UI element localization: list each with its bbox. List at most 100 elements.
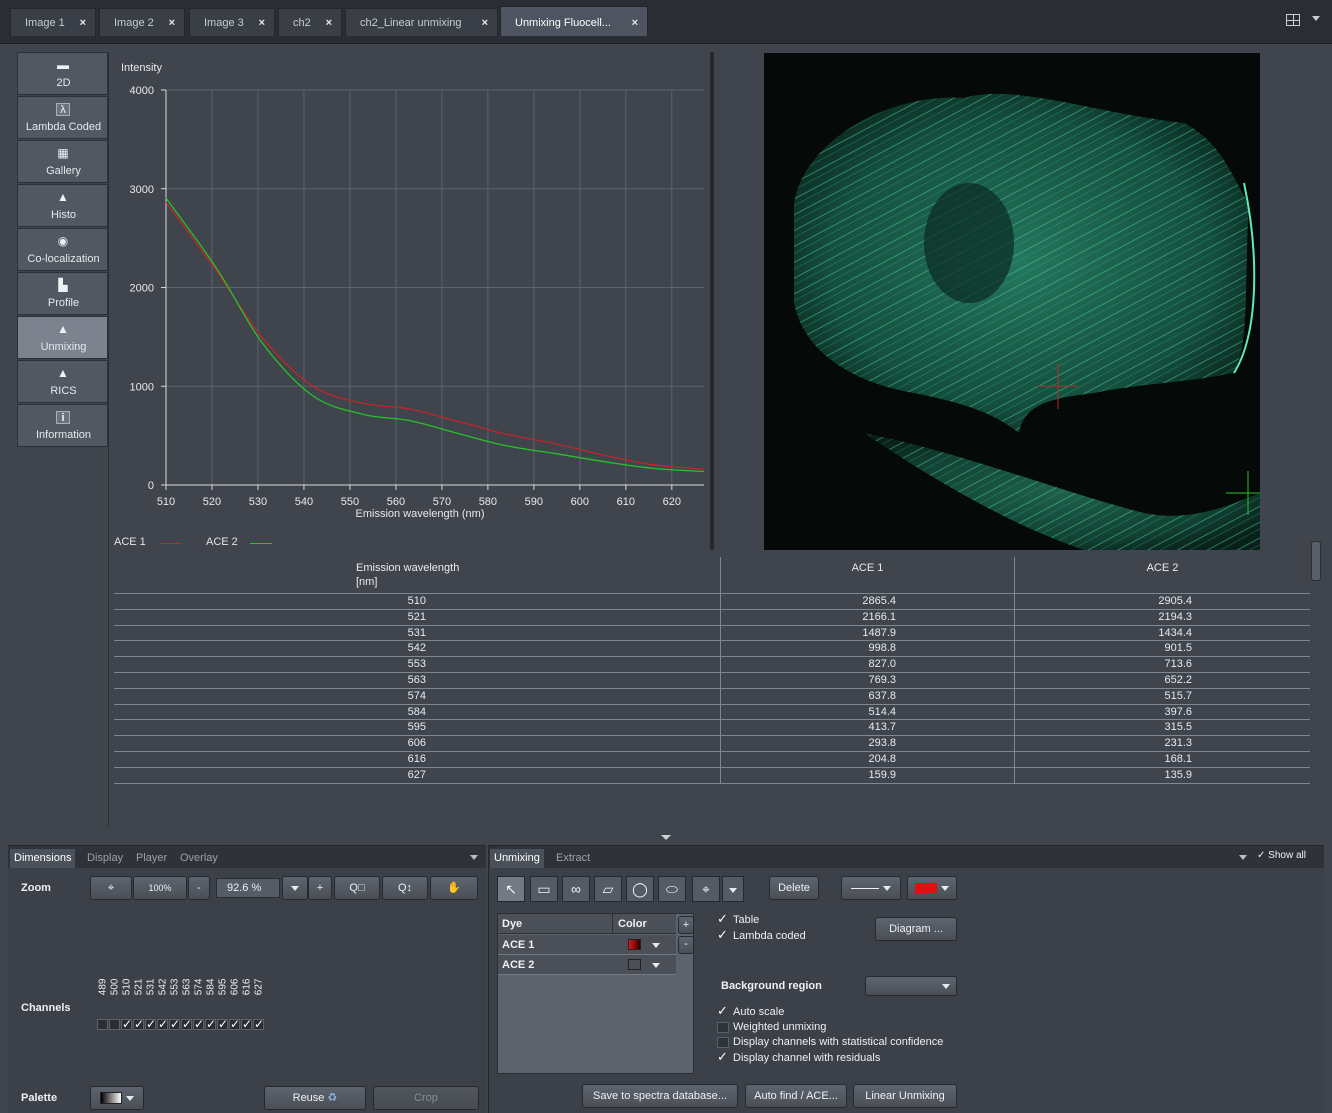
pan-button[interactable]: ✋ bbox=[430, 876, 478, 900]
view-tab-information[interactable]: i Information bbox=[17, 404, 108, 447]
channel-checkbox[interactable]: ✓ bbox=[253, 1018, 264, 1030]
zoom-fit-button[interactable]: ⌖ bbox=[90, 876, 132, 900]
channel-checkbox[interactable]: ✓ bbox=[241, 1018, 252, 1030]
chevron-down-icon[interactable] bbox=[470, 855, 478, 860]
zoom-out-button[interactable]: - bbox=[188, 876, 210, 900]
tab-ch2[interactable]: ch2 × bbox=[278, 8, 342, 36]
table-row[interactable]: 606 293.8 231.3 bbox=[114, 736, 1310, 752]
collapse-arrow-icon[interactable] bbox=[661, 835, 671, 840]
channel-checkbox[interactable]: ✓ bbox=[145, 1018, 156, 1030]
weighted-unmixing-checkbox[interactable] bbox=[717, 1022, 729, 1033]
background-region-dropdown[interactable] bbox=[865, 976, 957, 996]
chevron-down-icon[interactable] bbox=[652, 963, 660, 968]
close-icon[interactable]: × bbox=[632, 7, 638, 39]
channel-checkbox[interactable] bbox=[109, 1019, 120, 1030]
reuse-button[interactable]: Reuse ♻ bbox=[264, 1086, 366, 1110]
table-row[interactable]: 627 159.9 135.9 bbox=[114, 767, 1310, 784]
line-style-dropdown[interactable] bbox=[841, 876, 901, 900]
save-to-spectra-database-button[interactable]: Save to spectra database... bbox=[582, 1084, 738, 1108]
dye-color-swatch-red[interactable] bbox=[628, 939, 641, 950]
diagram-button[interactable]: Diagram ... bbox=[875, 917, 957, 941]
close-icon[interactable]: × bbox=[80, 9, 86, 37]
linear-unmixing-button[interactable]: Linear Unmixing bbox=[853, 1084, 957, 1108]
dye-color-swatch-green[interactable] bbox=[628, 959, 641, 970]
channel-checkbox[interactable]: ✓ bbox=[217, 1018, 228, 1030]
layout-grid-icon[interactable] bbox=[1286, 14, 1300, 26]
table-checkbox[interactable]: ✓ bbox=[717, 912, 729, 925]
statistical-confidence-checkbox[interactable] bbox=[717, 1037, 729, 1048]
delete-button[interactable]: Delete bbox=[769, 876, 819, 900]
zoom-rect-button[interactable]: Q□ bbox=[334, 876, 380, 900]
freehand-tool[interactable]: ∞ bbox=[562, 876, 590, 902]
splitter-handle[interactable] bbox=[710, 52, 714, 550]
tab-unmixing-fluocell[interactable]: Unmixing Fluocell... × bbox=[500, 6, 648, 36]
chevron-down-icon[interactable] bbox=[1239, 855, 1247, 860]
view-tab-gallery[interactable]: ▦ Gallery bbox=[17, 140, 108, 183]
table-row[interactable]: 616 204.8 168.1 bbox=[114, 751, 1310, 768]
channel-checkbox[interactable] bbox=[97, 1019, 108, 1030]
tab-extract[interactable]: Extract bbox=[552, 849, 594, 868]
tab-image-2[interactable]: Image 2 × bbox=[99, 8, 185, 36]
tool-dropdown[interactable] bbox=[722, 876, 744, 902]
view-tab-unmixing[interactable]: ▲ Unmixing bbox=[17, 316, 108, 359]
close-icon[interactable]: × bbox=[169, 9, 175, 37]
circle-tool[interactable]: ◯ bbox=[626, 876, 654, 902]
table-row[interactable]: 510 2865.4 2905.4 bbox=[114, 594, 1310, 610]
table-row[interactable]: 574 637.8 515.7 bbox=[114, 688, 1310, 705]
zoom-in-button[interactable]: + bbox=[308, 876, 332, 900]
chevron-down-icon[interactable] bbox=[1312, 16, 1320, 21]
zoom-100-button[interactable]: 100% bbox=[133, 876, 187, 900]
table-row[interactable]: 553 827.0 713.6 bbox=[114, 657, 1310, 673]
channel-checkbox[interactable]: ✓ bbox=[157, 1018, 168, 1030]
tab-ch2-linear-unmixing[interactable]: ch2_Linear unmixing × bbox=[345, 8, 498, 36]
auto-scale-checkbox[interactable]: ✓ bbox=[717, 1004, 729, 1017]
remove-dye-button[interactable]: - bbox=[678, 936, 694, 954]
crosshair-tool[interactable]: ⌖ bbox=[692, 876, 720, 902]
table-row[interactable]: 584 514.4 397.6 bbox=[114, 704, 1310, 721]
add-dye-button[interactable]: + bbox=[678, 916, 694, 934]
view-tab-histo[interactable]: ▲ Histo bbox=[17, 184, 108, 227]
table-row[interactable]: 595 413.7 315.5 bbox=[114, 720, 1310, 737]
lambda-coded-checkbox[interactable]: ✓ bbox=[717, 928, 729, 941]
channel-checkbox[interactable]: ✓ bbox=[169, 1018, 180, 1030]
view-tab-lambda-coded[interactable]: λ Lambda Coded bbox=[17, 96, 108, 139]
line-color-dropdown[interactable] bbox=[907, 876, 957, 900]
channel-checkbox[interactable]: ✓ bbox=[181, 1018, 192, 1030]
ellipse-tool[interactable]: ⬭ bbox=[658, 876, 686, 902]
view-tab-2d[interactable]: ▬ 2D bbox=[17, 52, 108, 95]
tab-overlay[interactable]: Overlay bbox=[176, 849, 222, 868]
zoom-dropdown[interactable] bbox=[282, 876, 308, 900]
close-icon[interactable]: × bbox=[259, 9, 265, 37]
tab-dimensions[interactable]: Dimensions bbox=[10, 849, 76, 868]
show-all-toggle[interactable]: ✓ Show all bbox=[1257, 850, 1306, 861]
channel-checkbox[interactable]: ✓ bbox=[133, 1018, 144, 1030]
tab-image-3[interactable]: Image 3 × bbox=[189, 8, 275, 36]
channel-checkbox[interactable]: ✓ bbox=[193, 1018, 204, 1030]
channel-checkbox[interactable]: ✓ bbox=[229, 1018, 240, 1030]
tab-unmixing[interactable]: Unmixing bbox=[490, 849, 544, 868]
fluorescence-image-view[interactable] bbox=[764, 53, 1260, 550]
zoom-drag-button[interactable]: Q↕ bbox=[382, 876, 428, 900]
table-row[interactable]: 542 998.8 901.5 bbox=[114, 641, 1310, 658]
tab-display[interactable]: Display bbox=[83, 849, 127, 868]
table-row[interactable]: 521 2166.1 2194.3 bbox=[114, 609, 1310, 626]
rectangle-tool[interactable]: ▭ bbox=[530, 876, 558, 902]
zoom-value-field[interactable]: 92.6 % bbox=[216, 878, 280, 898]
dye-row-ace-1[interactable]: ACE 1 bbox=[498, 935, 676, 955]
dye-row-ace-2[interactable]: ACE 2 bbox=[498, 955, 676, 975]
close-icon[interactable]: × bbox=[326, 9, 332, 37]
auto-find-ace-button[interactable]: Auto find / ACE... bbox=[745, 1084, 847, 1108]
polygon-tool[interactable]: ▱ bbox=[594, 876, 622, 902]
residuals-checkbox[interactable]: ✓ bbox=[717, 1050, 729, 1063]
palette-dropdown[interactable] bbox=[90, 1086, 144, 1110]
tab-player[interactable]: Player bbox=[132, 849, 171, 868]
select-tool[interactable]: ↖ bbox=[497, 876, 525, 902]
crop-button[interactable]: Crop bbox=[373, 1086, 479, 1110]
view-tab-co-localization[interactable]: ◉ Co-localization bbox=[17, 228, 108, 271]
table-row[interactable]: 563 769.3 652.2 bbox=[114, 672, 1310, 689]
channel-checkbox[interactable]: ✓ bbox=[121, 1018, 132, 1030]
table-row[interactable]: 531 1487.9 1434.4 bbox=[114, 625, 1310, 642]
view-tab-profile[interactable]: ▙ Profile bbox=[17, 272, 108, 315]
view-tab-rics[interactable]: ▲ RICS bbox=[17, 360, 108, 403]
channel-checkbox[interactable]: ✓ bbox=[205, 1018, 216, 1030]
